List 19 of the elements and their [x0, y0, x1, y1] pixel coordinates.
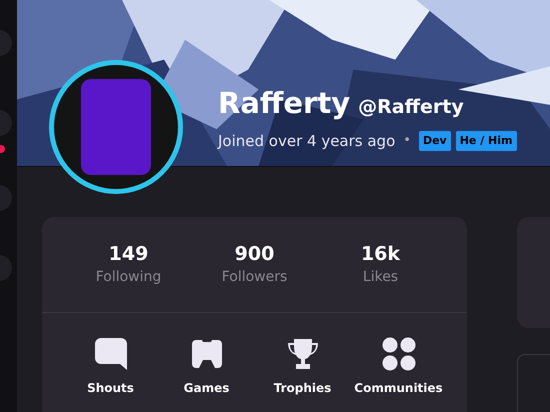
- display-name: Rafferty: [218, 88, 350, 118]
- badge: Dev: [418, 130, 451, 151]
- trophy-icon: [286, 336, 320, 371]
- username: @Rafferty: [358, 98, 464, 116]
- stat-label[interactable]: Following: [96, 266, 162, 288]
- section-button[interactable]: Communities: [352, 336, 444, 397]
- stat-label[interactable]: Likes: [362, 266, 398, 288]
- stat-value: 16k: [360, 243, 400, 267]
- stat-value: 900: [234, 243, 274, 267]
- badge: He / Him: [456, 130, 516, 151]
- section-button[interactable]: Games: [160, 336, 252, 397]
- speech-bubble-icon: [94, 336, 128, 371]
- four-circles-icon: [382, 336, 416, 371]
- stat-value: 149: [108, 243, 148, 267]
- section-button[interactable]: Trophies: [256, 336, 348, 397]
- separator-dot: •: [403, 132, 411, 150]
- joined-text: Joined over 4 years ago: [218, 130, 396, 152]
- stat-label[interactable]: Followers: [222, 266, 288, 288]
- section-button[interactable]: Shouts: [64, 336, 156, 397]
